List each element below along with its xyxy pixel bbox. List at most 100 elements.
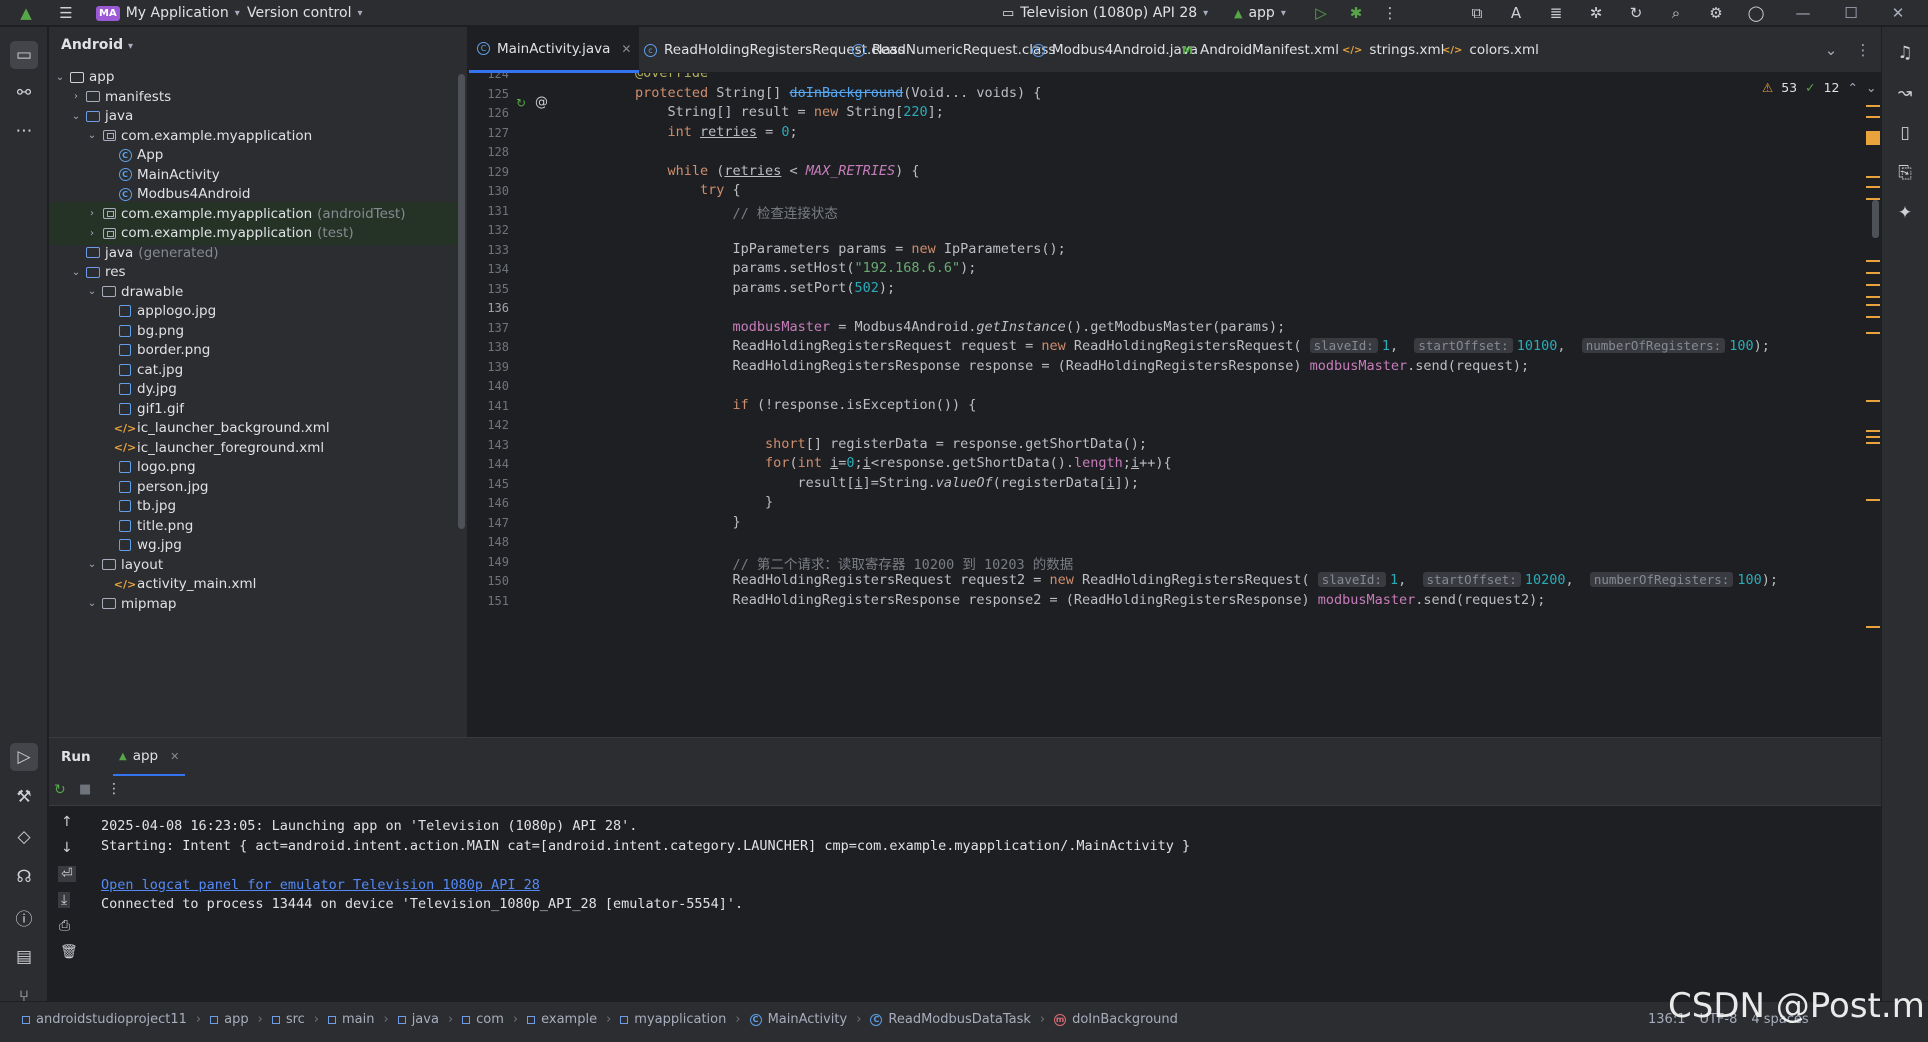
override-gutter-icon[interactable]: ↻ <box>516 96 526 110</box>
close-icon[interactable]: ✕ <box>1888 3 1908 23</box>
code-line[interactable]: for(int i=0;i<response.getShortData().le… <box>635 455 1172 471</box>
warning-marker[interactable] <box>1866 499 1880 501</box>
rerun-icon[interactable]: ↻ <box>54 782 66 798</box>
tab-androidmanifest-xml[interactable]: M AndroidManifest.xml <box>1174 27 1347 73</box>
breadcrumb-item[interactable]: ReadModbusDataTask <box>888 1012 1030 1027</box>
terminal-icon[interactable]: ▤ <box>10 943 38 971</box>
warning-marker[interactable] <box>1866 176 1880 178</box>
print-icon[interactable]: ⎙ <box>59 918 70 934</box>
tab-list-chevron-icon[interactable]: ⌄ <box>1821 40 1841 60</box>
tab-more-icon[interactable]: ⋮ <box>1853 40 1873 60</box>
tab-colors-xml[interactable]: </> colors.xml <box>1434 27 1547 73</box>
tree-item[interactable]: ⌄ mipmap <box>49 592 459 616</box>
structure-icon[interactable]: ⚯ <box>10 79 38 107</box>
warning-marker[interactable] <box>1866 296 1880 298</box>
translate-icon[interactable]: A <box>1506 3 1526 23</box>
warning-marker[interactable] <box>1866 626 1880 628</box>
warning-marker[interactable] <box>1866 131 1880 145</box>
breadcrumb-item[interactable]: com <box>476 1012 504 1027</box>
expand-chevron-icon[interactable]: ⌄ <box>53 72 67 83</box>
run-config-selector[interactable]: ▲ app ▾ <box>1234 0 1286 26</box>
breadcrumb-item[interactable]: app <box>224 1012 248 1027</box>
project-scrollbar[interactable] <box>458 74 465 529</box>
scroll-down-icon[interactable]: ↓ <box>61 840 73 856</box>
run-tab-app[interactable]: ▲ app ✕ <box>113 738 186 776</box>
warning-marker[interactable] <box>1866 272 1880 274</box>
code-line[interactable]: IpParameters params = new IpParameters()… <box>635 241 1066 257</box>
debug-icon[interactable]: ✱ <box>1346 3 1366 23</box>
code-line[interactable]: @Override <box>635 73 708 81</box>
logcat-link[interactable]: Open logcat panel for emulator Televisio… <box>101 877 540 893</box>
warning-marker[interactable] <box>1866 284 1880 286</box>
gem-icon[interactable]: ◇ <box>10 823 38 851</box>
project-folder-icon[interactable]: ▭ <box>10 41 38 69</box>
device-manager-icon[interactable]: ⧉ <box>1467 3 1487 23</box>
project-view-selector[interactable]: Android ▾ <box>61 37 133 53</box>
problems-icon[interactable]: ⓘ <box>10 903 38 931</box>
code-line[interactable]: ReadHoldingRegistersResponse response2 =… <box>635 592 1546 608</box>
run-icon[interactable]: ▷ <box>1311 3 1331 23</box>
breadcrumb-item[interactable]: doInBackground <box>1072 1012 1178 1027</box>
logcat-icon[interactable]: ☊ <box>10 863 38 891</box>
expand-chevron-icon[interactable]: ⌄ <box>69 111 83 122</box>
code-line[interactable]: } <box>635 494 773 510</box>
code-line[interactable]: result[i]=String.valueOf(registerData[i]… <box>635 475 1139 491</box>
expand-chevron-icon[interactable]: ⌄ <box>85 598 99 609</box>
breadcrumb-item[interactable]: MainActivity <box>768 1012 848 1027</box>
breadcrumb-item[interactable]: src <box>286 1012 305 1027</box>
collapse-chevron-icon[interactable]: › <box>69 91 83 102</box>
layout-inspector-icon[interactable]: ≣ <box>1546 3 1566 23</box>
expand-chevron-icon[interactable]: ⌄ <box>85 559 99 570</box>
build-icon[interactable]: ⚒ <box>10 783 38 811</box>
warning-marker[interactable] <box>1866 332 1880 334</box>
expand-chevron-icon[interactable]: ⌄ <box>85 286 99 297</box>
sync-icon[interactable]: ↻ <box>1626 3 1646 23</box>
code-editor[interactable]: 124 @Override 125 protected String[] doInBa… <box>469 73 1881 737</box>
notifications-icon[interactable]: ♫ <box>1891 39 1919 67</box>
code-line[interactable]: // 第二个请求：读取寄存器 10200 到 10203 的数据 <box>635 553 1074 573</box>
editor-scrollbar[interactable] <box>1872 200 1879 238</box>
maximize-icon[interactable]: ☐ <box>1841 3 1861 23</box>
warning-marker[interactable] <box>1866 116 1880 118</box>
more-actions-icon[interactable]: ⋮ <box>1380 3 1400 23</box>
breadcrumb-item[interactable]: example <box>541 1012 597 1027</box>
warning-marker[interactable] <box>1866 316 1880 318</box>
account-icon[interactable]: ◯ <box>1746 3 1766 23</box>
code-line[interactable]: // 检查连接状态 <box>635 202 838 222</box>
close-tab-icon[interactable]: ✕ <box>170 750 179 763</box>
search-icon[interactable]: ⌕ <box>1666 3 1686 23</box>
breadcrumb-item[interactable]: java <box>412 1012 439 1027</box>
gemini-icon[interactable]: ✦ <box>1891 199 1919 227</box>
stop-icon[interactable]: ■ <box>79 782 91 797</box>
expand-chevron-icon[interactable]: ⌄ <box>69 267 83 278</box>
gradle-icon[interactable]: ↝ <box>1891 79 1919 107</box>
warning-marker[interactable] <box>1866 186 1880 188</box>
expand-chevron-icon[interactable]: ⌄ <box>85 130 99 141</box>
scroll-up-icon[interactable]: ↑ <box>61 814 73 830</box>
code-line[interactable]: protected String[] doInBackground(Void..… <box>635 85 1041 101</box>
code-line[interactable]: short[] registerData = response.getShort… <box>635 436 1147 452</box>
code-line[interactable]: ReadHoldingRegistersResponse response = … <box>635 358 1530 374</box>
minimize-icon[interactable]: — <box>1793 3 1813 23</box>
code-line[interactable]: ReadHoldingRegistersRequest request2 = n… <box>635 572 1778 588</box>
warning-marker[interactable] <box>1866 400 1880 402</box>
trash-icon[interactable]: 🗑 <box>60 944 78 960</box>
code-line[interactable]: params.setHost("192.168.6.6"); <box>635 260 977 276</box>
warning-marker[interactable] <box>1866 105 1880 107</box>
device-file-icon[interactable]: ▯ <box>1891 119 1919 147</box>
more-options-icon[interactable]: ⋮ <box>107 781 121 797</box>
collapse-chevron-icon[interactable]: › <box>85 208 99 219</box>
warning-marker[interactable] <box>1866 260 1880 262</box>
tab-mainactivity-java[interactable]: C MainActivity.java ✕ <box>469 27 640 73</box>
breadcrumb-item[interactable]: main <box>342 1012 374 1027</box>
code-line[interactable]: String[] result = new String[220]; <box>635 104 944 120</box>
warning-marker[interactable] <box>1866 430 1880 432</box>
annotation-gutter-icon[interactable]: @ <box>535 95 548 110</box>
soft-wrap-icon[interactable]: ⏎ <box>58 866 76 882</box>
warning-marker[interactable] <box>1866 304 1880 306</box>
settings-icon[interactable]: ⚙ <box>1706 3 1726 23</box>
inspection-widget[interactable]: ⚠ 53 ✓ 12 ⌃ ⌄ <box>1762 80 1876 95</box>
project-selector[interactable]: MA My Application ▾ <box>96 0 240 26</box>
breadcrumb-item[interactable]: androidstudioproject11 <box>36 1012 187 1027</box>
main-menu-icon[interactable]: ☰ <box>56 3 76 23</box>
